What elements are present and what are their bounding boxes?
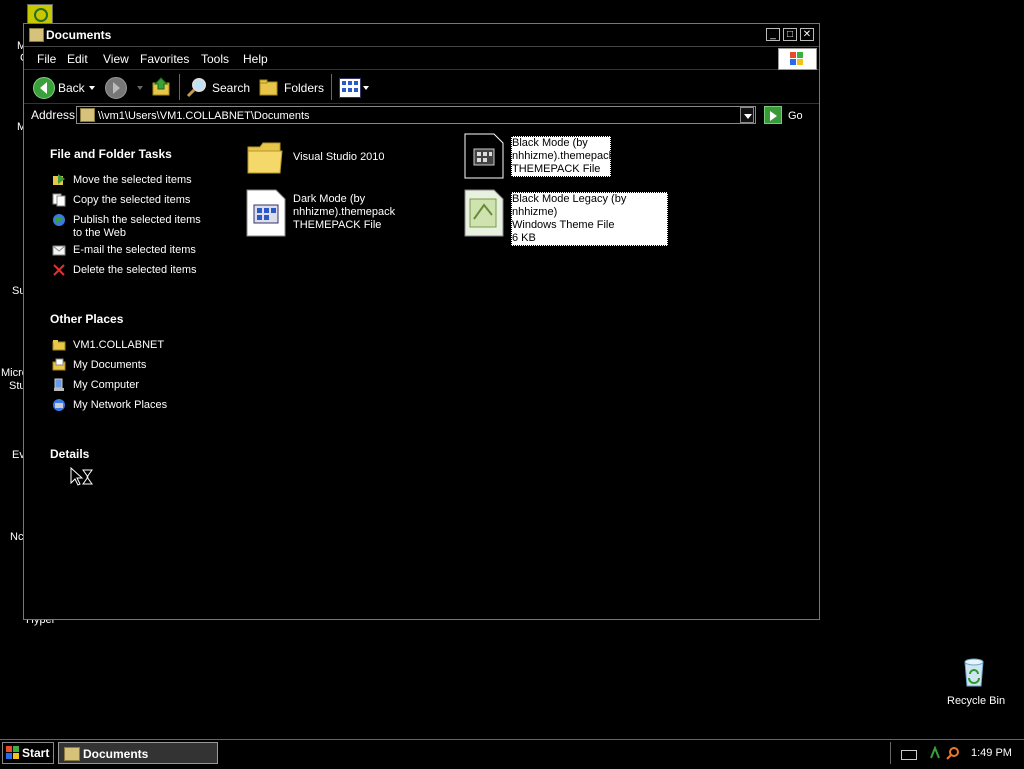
folders-button[interactable]: Folders [284, 81, 324, 95]
toolbar-separator [179, 74, 180, 100]
folder-title-icon [29, 28, 44, 42]
file-item-type: Windows Theme File [512, 219, 615, 231]
title-bar[interactable]: Documents _ □ ✕ [24, 24, 819, 47]
my-documents-icon [52, 358, 66, 372]
system-tray: 1:49 PM [890, 742, 1023, 764]
task-copy-link[interactable]: Copy the selected items [73, 194, 190, 206]
maximize-button[interactable]: □ [783, 28, 797, 41]
file-item-name[interactable]: Visual Studio 2010 [293, 151, 385, 164]
address-value[interactable]: \\vm1\Users\VM1.COLLABNET\Documents [98, 110, 310, 122]
network-tray-icon[interactable] [929, 745, 941, 760]
search-icon[interactable] [186, 76, 208, 98]
back-dropdown-icon[interactable] [89, 86, 95, 90]
task-delete-link[interactable]: Delete the selected items [73, 264, 197, 276]
busy-cursor-icon [70, 466, 94, 487]
place-user-folder-link[interactable]: VM1.COLLABNET [73, 339, 164, 351]
menu-edit[interactable]: Edit [67, 52, 88, 66]
file-item-type: THEMEPACK File [293, 219, 382, 231]
window-title: Documents [46, 28, 112, 42]
place-network-link[interactable]: My Network Places [73, 399, 167, 411]
publish-web-icon [52, 213, 66, 227]
search-tray-icon[interactable] [946, 746, 960, 760]
file-item-name: Black Mode (by [512, 137, 588, 149]
close-button[interactable]: ✕ [800, 28, 814, 41]
place-my-documents-link[interactable]: My Documents [73, 359, 146, 371]
task-publish-link-line2[interactable]: to the Web [73, 227, 126, 239]
move-icon [52, 173, 66, 187]
theme-file-icon[interactable] [464, 189, 504, 237]
menu-file[interactable]: File [37, 52, 56, 66]
windows-flag-icon [6, 746, 20, 760]
recycle-bin-icon[interactable] [958, 656, 990, 688]
folder-icon [52, 338, 66, 352]
menu-help[interactable]: Help [243, 52, 268, 66]
themepack-icon[interactable] [246, 189, 286, 237]
views-icon[interactable] [339, 78, 361, 98]
clock[interactable]: 1:49 PM [971, 747, 1012, 759]
keyboard-icon[interactable] [901, 750, 917, 760]
windows-flag-icon [790, 52, 804, 66]
toolbar-separator [331, 74, 332, 100]
network-places-icon [52, 398, 66, 412]
file-item-size: 6 KB [512, 232, 536, 244]
copy-icon [52, 193, 66, 207]
minimize-button[interactable]: _ [766, 28, 780, 41]
network-folder-icon [80, 108, 95, 122]
selected-file-label[interactable]: Black Mode (by nhhizme).themepack THEMEP… [511, 136, 615, 177]
task-move-link[interactable]: Move the selected items [73, 174, 192, 186]
standard-toolbar [24, 71, 819, 104]
task-email-link[interactable]: E-mail the selected items [73, 244, 196, 256]
search-button[interactable]: Search [212, 81, 250, 95]
file-item-name: nhhizme).themepack [512, 150, 615, 162]
up-folder-icon[interactable] [151, 76, 173, 98]
file-item-name: Dark Mode (by [293, 193, 366, 205]
file-folder-tasks-heading[interactable]: File and Folder Tasks [50, 147, 172, 161]
menu-view[interactable]: View [103, 52, 129, 66]
recycle-bin-label[interactable]: Recycle Bin [947, 695, 1005, 707]
file-item-name: nhhizme).themepack [293, 206, 396, 218]
forward-dropdown-icon[interactable] [137, 86, 143, 90]
forward-arrow-icon[interactable] [105, 77, 127, 99]
email-icon [52, 243, 66, 257]
place-my-computer-link[interactable]: My Computer [73, 379, 139, 391]
themepack-icon[interactable] [464, 133, 504, 179]
views-dropdown-icon[interactable] [363, 86, 369, 90]
start-label: Start [22, 746, 50, 760]
address-label: Address [31, 108, 76, 122]
file-item-label[interactable]: Dark Mode (by nhhizme).themepack THEMEPA… [293, 193, 395, 232]
file-item-name: Black Mode Legacy (by nhhizme) [512, 193, 627, 218]
explorer-window: Documents _ □ ✕ File Edit View Favorites… [23, 23, 820, 620]
folders-icon[interactable] [258, 76, 280, 98]
go-button[interactable]: Go [788, 110, 803, 122]
menu-tools[interactable]: Tools [201, 52, 229, 66]
task-publish-link[interactable]: Publish the selected items [73, 214, 201, 226]
folder-icon[interactable] [246, 137, 284, 177]
my-computer-icon [52, 378, 66, 392]
details-heading[interactable]: Details [50, 447, 89, 461]
delete-icon [52, 263, 66, 277]
back-arrow-icon[interactable] [33, 77, 55, 99]
go-arrow-icon[interactable] [764, 106, 782, 124]
file-item-type: THEMEPACK File [512, 163, 601, 175]
back-button[interactable]: Back [58, 81, 85, 95]
menu-favorites[interactable]: Favorites [140, 52, 189, 66]
start-button[interactable]: Start [2, 742, 54, 764]
other-places-heading[interactable]: Other Places [50, 312, 123, 326]
windows-logo [778, 48, 817, 70]
folder-icon [64, 747, 80, 761]
taskbar-item-label: Documents [83, 747, 149, 761]
desktop-label-fragment: Nc [10, 531, 24, 543]
address-dropdown-icon[interactable] [740, 107, 754, 123]
taskbar-documents-button[interactable]: Documents [58, 742, 218, 764]
selected-file-label[interactable]: Black Mode Legacy (by nhhizme) Windows T… [511, 192, 668, 246]
